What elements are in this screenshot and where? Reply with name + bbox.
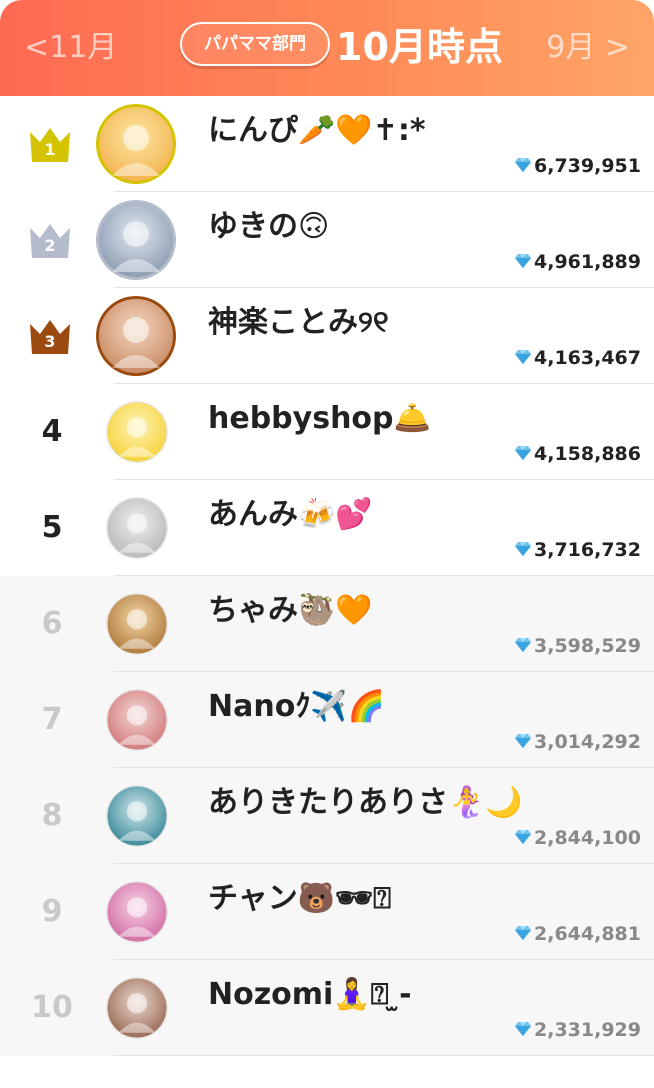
user-name[interactable]: ゆきの🙃 [208, 208, 329, 246]
avatar[interactable] [96, 200, 176, 280]
user-name[interactable]: ちゃみ🦥🧡 [208, 592, 373, 630]
score: 3,014,292 [514, 730, 641, 754]
user-name[interactable]: 神楽ことみ୨୧ [208, 304, 389, 342]
diamond-icon [514, 923, 532, 940]
user-name[interactable]: hebbyshop🛎️ [208, 400, 431, 438]
score-value: 4,158,886 [534, 443, 641, 465]
score-value: 4,163,467 [534, 347, 641, 369]
ranking-row[interactable]: 5 あんみ🍻💕 3,716,732 [0, 480, 654, 576]
score: 4,158,886 [514, 442, 641, 466]
score: 3,598,529 [514, 634, 641, 658]
page-title: 10月時点 [336, 25, 503, 69]
ranking-header: <11月 パパママ部門 10月時点 9月 > [0, 0, 654, 96]
user-name[interactable]: あんみ🍻💕 [208, 496, 373, 534]
diamond-icon [514, 635, 532, 652]
diamond-icon [514, 251, 532, 268]
ranking-row[interactable]: 10 Nozomi🧘‍♀️⍰ ̫- 2,331,929 [0, 960, 654, 1056]
avatar[interactable] [106, 977, 168, 1039]
ranking-card: <11月 パパママ部門 10月時点 9月 > 1 にんぴ🥕🧡✝︎:* 6,739,9… [0, 0, 654, 1088]
avatar[interactable] [106, 785, 168, 847]
divider [114, 1055, 654, 1056]
score-value: 4,961,889 [534, 251, 641, 273]
avatar[interactable] [96, 296, 176, 376]
user-name[interactable]: Nanoｸ✈️🌈 [208, 688, 385, 726]
ranking-list: 1 にんぴ🥕🧡✝︎:* 6,739,951 2 ゆきの🙃 4,961,889 3 神楽ことみ୨… [0, 96, 654, 1056]
rank-number: 3 [44, 332, 56, 351]
diamond-icon [514, 443, 532, 460]
ranking-row[interactable]: 3 神楽ことみ୨୧ 4,163,467 [0, 288, 654, 384]
rank-number: 2 [44, 236, 56, 255]
crown-icon: 2 [28, 220, 74, 260]
ranking-row[interactable]: 6 ちゃみ🦥🧡 3,598,529 [0, 576, 654, 672]
rank-number: 10 [31, 990, 73, 1025]
score: 4,163,467 [514, 346, 641, 370]
avatar[interactable] [106, 881, 168, 943]
ranking-row[interactable]: 1 にんぴ🥕🧡✝︎:* 6,739,951 [0, 96, 654, 192]
ranking-row[interactable]: 2 ゆきの🙃 4,961,889 [0, 192, 654, 288]
score-value: 2,331,929 [534, 1019, 641, 1041]
avatar[interactable] [106, 593, 168, 655]
ranking-row[interactable]: 4 hebbyshop🛎️ 4,158,886 [0, 384, 654, 480]
next-month-button[interactable]: 9月 > [546, 28, 630, 68]
user-name[interactable]: Nozomi🧘‍♀️⍰ ̫- [208, 976, 412, 1014]
rank-number: 5 [41, 510, 63, 545]
score-value: 3,014,292 [534, 731, 641, 753]
score-value: 6,739,951 [534, 155, 641, 177]
category-badge[interactable]: パパママ部門 [180, 22, 330, 66]
rank-number: 7 [41, 702, 63, 737]
rank-number: 6 [41, 606, 63, 641]
user-name[interactable]: ありきたりありさ🧜‍♀️🌙 [208, 784, 523, 822]
ranking-row[interactable]: 8 ありきたりありさ🧜‍♀️🌙 2,844,100 [0, 768, 654, 864]
diamond-icon [514, 347, 532, 364]
diamond-icon [514, 539, 532, 556]
rank-number: 8 [41, 798, 63, 833]
rank-number: 4 [41, 414, 63, 449]
rank-number: 9 [41, 894, 63, 929]
score: 2,644,881 [514, 922, 641, 946]
score-value: 3,716,732 [534, 539, 641, 561]
score-value: 2,844,100 [534, 827, 641, 849]
diamond-icon [514, 731, 532, 748]
rank-number: 1 [44, 140, 56, 159]
user-name[interactable]: にんぴ🥕🧡✝︎:* [208, 112, 426, 150]
score: 3,716,732 [514, 538, 641, 562]
score: 2,331,929 [514, 1018, 641, 1042]
ranking-row[interactable]: 9 チャン🐻🕶⍰ 2,644,881 [0, 864, 654, 960]
score-value: 2,644,881 [534, 923, 641, 945]
avatar[interactable] [106, 497, 168, 559]
diamond-icon [514, 827, 532, 844]
avatar[interactable] [96, 104, 176, 184]
crown-icon: 3 [28, 316, 74, 356]
score-value: 3,598,529 [534, 635, 641, 657]
diamond-icon [514, 155, 532, 172]
diamond-icon [514, 1019, 532, 1036]
user-name[interactable]: チャン🐻🕶⍰ [208, 880, 391, 918]
score: 2,844,100 [514, 826, 641, 850]
crown-icon: 1 [28, 124, 74, 164]
avatar[interactable] [106, 689, 168, 751]
ranking-row[interactable]: 7 Nanoｸ✈️🌈 3,014,292 [0, 672, 654, 768]
prev-month-button[interactable]: <11月 [24, 28, 117, 68]
score: 6,739,951 [514, 154, 641, 178]
score: 4,961,889 [514, 250, 641, 274]
avatar[interactable] [106, 401, 168, 463]
